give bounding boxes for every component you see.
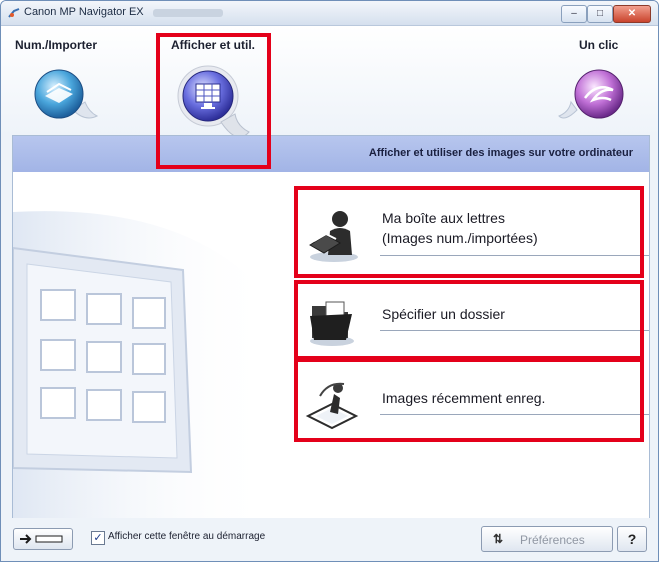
mode-label-one-click: Un clic (579, 38, 619, 52)
panel-header: Afficher et utiliser des images sur votr… (13, 136, 649, 172)
minimize-icon: – (571, 8, 577, 19)
mailbox-label-line1: Ma boîte aux lettres (382, 210, 505, 226)
person-mailbox-icon (309, 211, 358, 262)
mailbox-label-line2: (Images num./importées) (382, 230, 538, 246)
minimize-button[interactable]: – (561, 5, 587, 23)
help-button[interactable]: ? (617, 526, 647, 552)
scanner-icon[interactable] (33, 66, 99, 124)
close-icon: ✕ (627, 8, 637, 19)
title-bar: Canon MP Navigator EX – □ ✕ (1, 1, 658, 26)
preferences-button[interactable]: ⇅ Préférences (481, 526, 613, 552)
show-on-startup-checkbox[interactable]: ✓ (91, 531, 105, 545)
status-bar: ✓ Afficher cette fenêtre au démarrage ⇅ … (1, 518, 658, 561)
main-panel: Afficher et utiliser des images sur votr… (12, 135, 650, 519)
sort-arrows-icon: ⇅ (493, 532, 504, 546)
maximize-icon: □ (596, 8, 604, 19)
folder-label: Spécifier un dossier (382, 306, 505, 322)
maximize-button[interactable]: □ (587, 5, 613, 23)
mode-bar: Num./Importer Afficher et util. Un clic (1, 26, 658, 138)
toggle-view-button[interactable] (13, 528, 73, 550)
mode-label-view-use: Afficher et util. (171, 38, 256, 52)
arrow-right-icon (20, 534, 63, 544)
help-label: ? (627, 531, 637, 547)
panel-header-title: Afficher et utiliser des images sur votr… (368, 147, 633, 159)
list-item-folder[interactable]: Spécifier un dossier (296, 282, 649, 356)
preferences-label: Préférences (520, 533, 585, 547)
mailbox-divider (380, 255, 649, 256)
show-on-startup-label: Afficher cette fenêtre au démarrage (108, 531, 266, 542)
window-title: Canon MP Navigator EX (24, 6, 144, 18)
recent-images-label: Images récemment enreg. (382, 390, 546, 406)
mode-label-scan-import: Num./Importer (15, 38, 98, 52)
app-logo-icon (8, 8, 20, 18)
folder-divider (380, 330, 649, 331)
list-item-recent[interactable]: Images récemment enreg. (296, 358, 649, 446)
folder-icon (310, 301, 354, 346)
app-window: Canon MP Navigator EX – □ ✕ Num./Importe… (0, 0, 659, 562)
title-extra (153, 9, 223, 17)
recent-images-divider (380, 414, 649, 415)
list-item-mailbox[interactable]: Ma boîte aux lettres (Images num./import… (296, 189, 649, 277)
recent-images-icon (305, 382, 359, 430)
swirl-icon[interactable] (557, 66, 629, 124)
close-button[interactable]: ✕ (613, 5, 651, 23)
